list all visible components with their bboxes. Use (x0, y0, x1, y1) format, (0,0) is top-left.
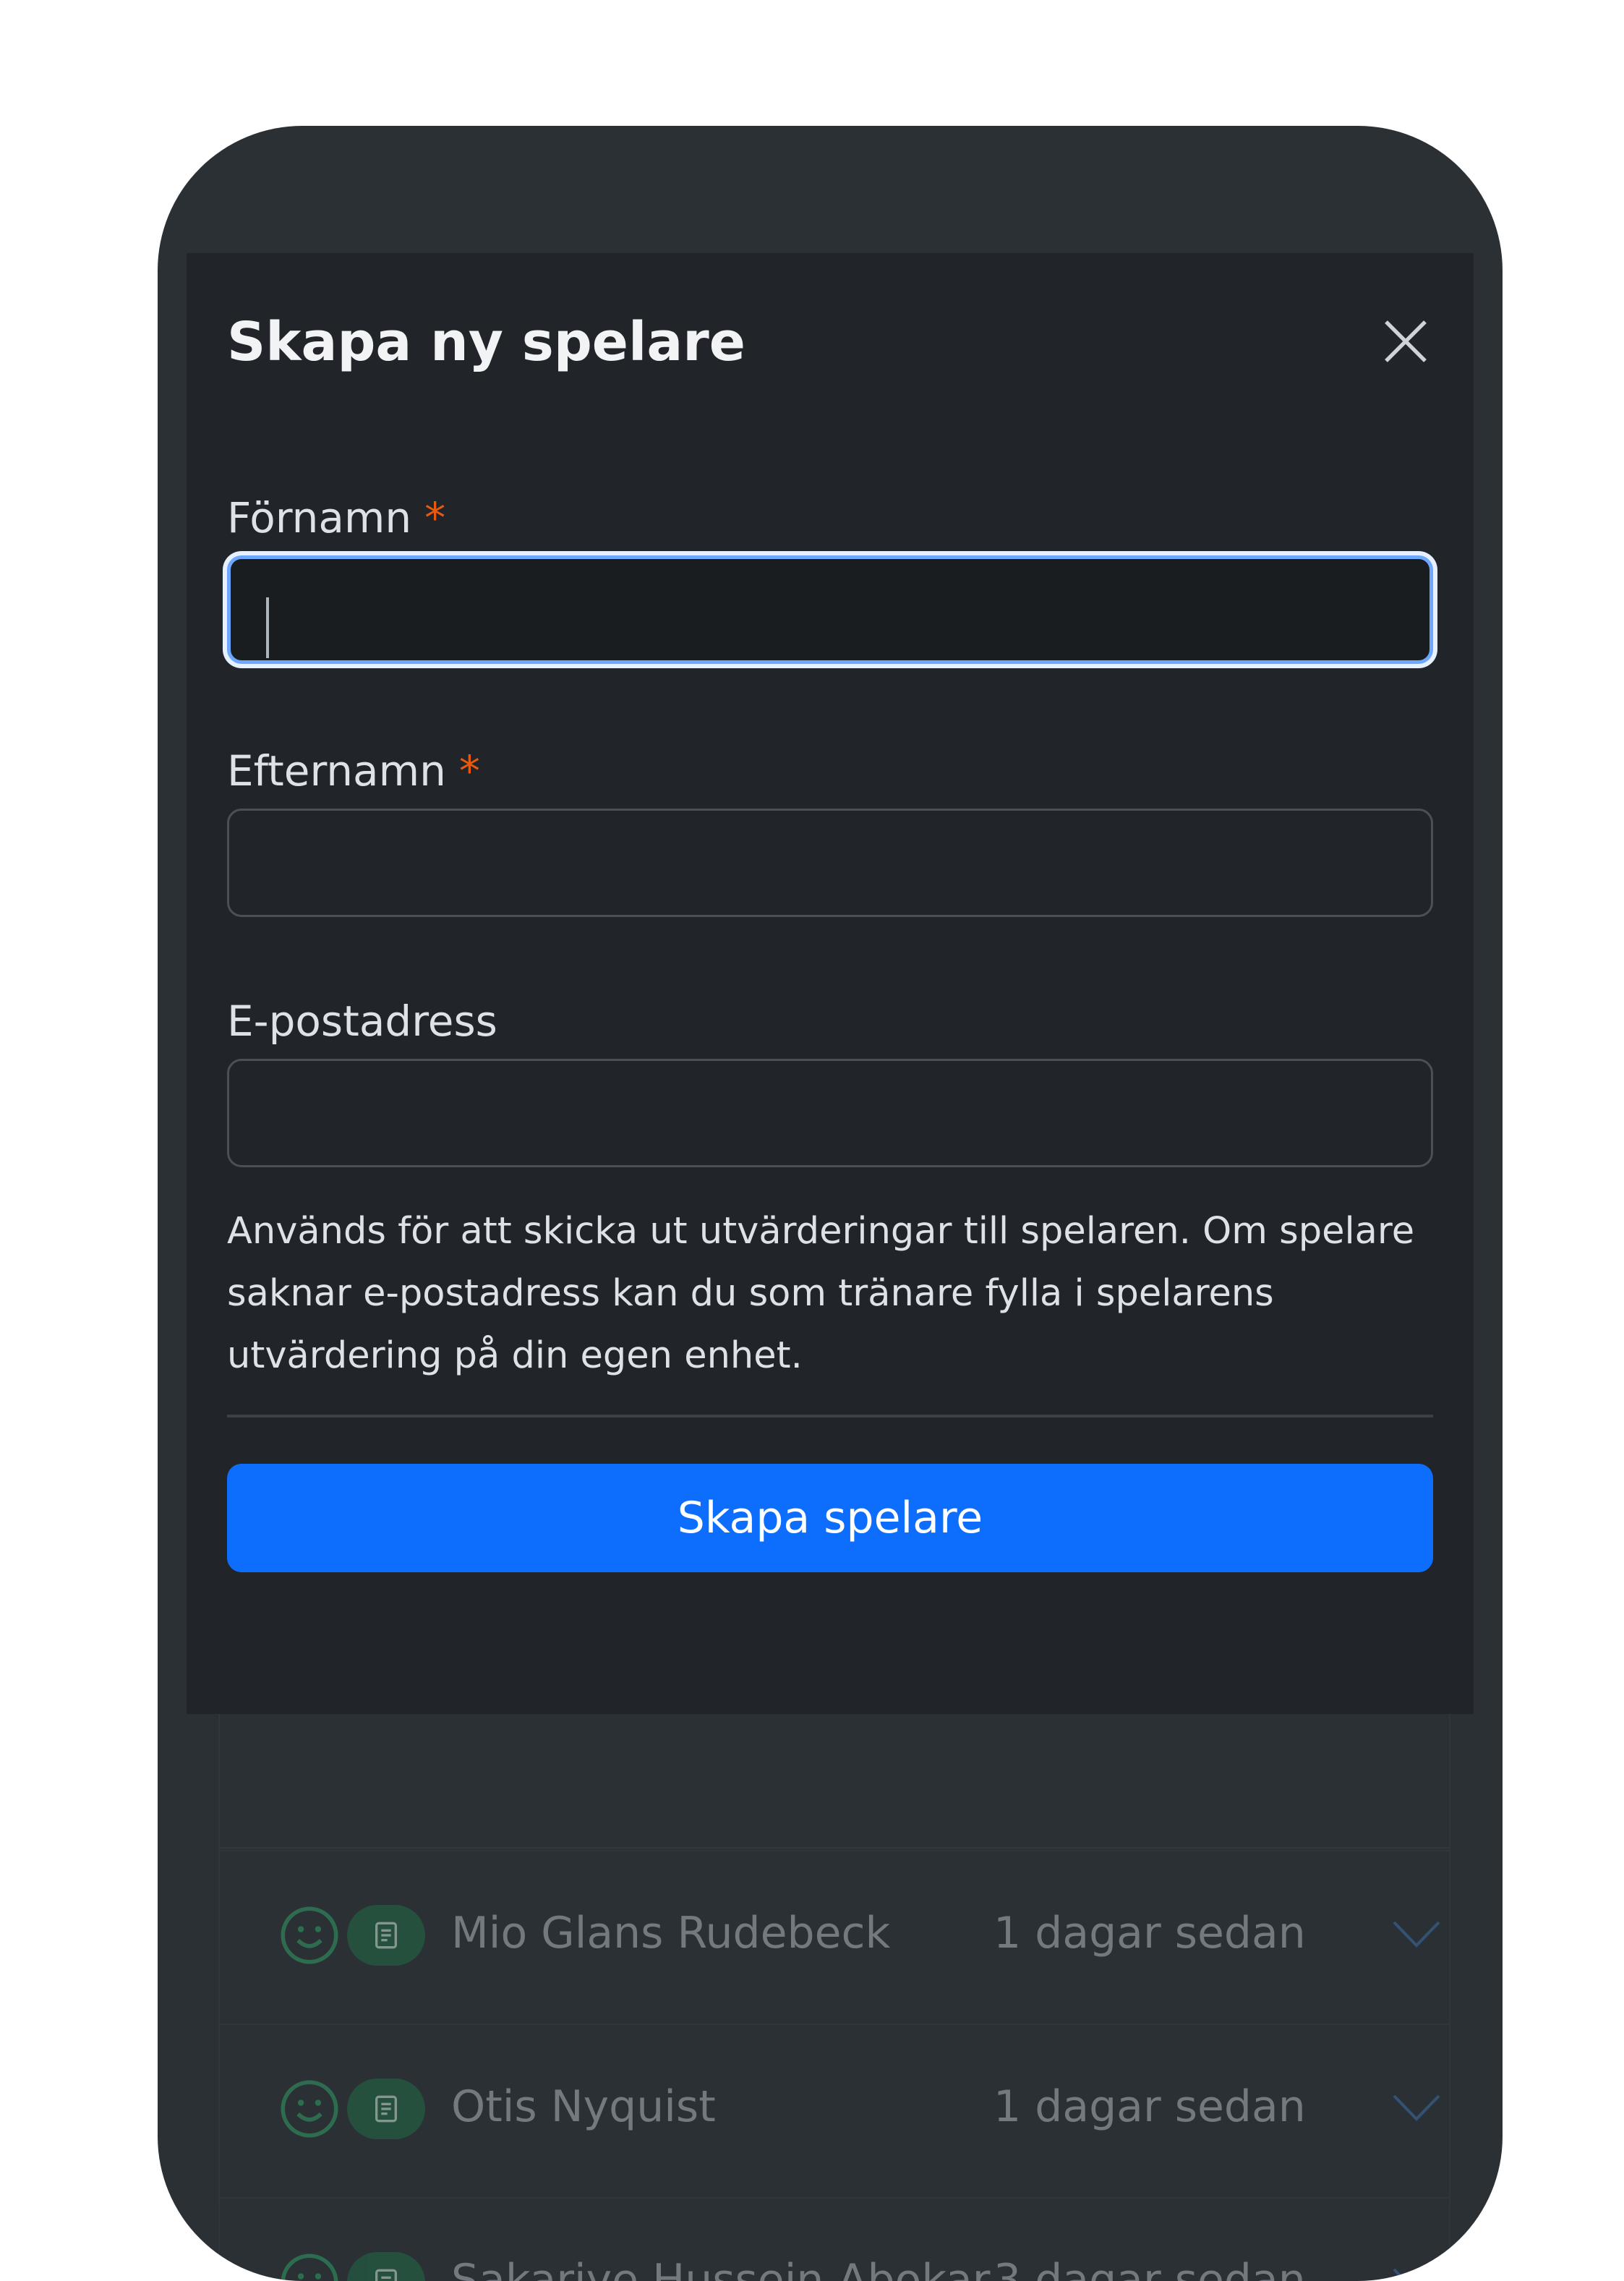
modal-title: Skapa ny spelare (227, 311, 745, 373)
smiley-icon (281, 1906, 338, 1964)
player-name: Mio Glans Rudebeck (451, 1908, 891, 1958)
document-icon (375, 2269, 397, 2281)
document-icon (375, 2095, 397, 2123)
player-name: Otis Nyquist (451, 2081, 716, 2132)
player-last-activity: 1 dagar sedan (993, 1908, 1306, 1958)
required-mark: * (458, 746, 480, 796)
email-label: E-postadress (227, 997, 497, 1046)
chevron-down-icon[interactable] (1391, 1918, 1442, 1950)
email-help-text: Används för att skicka ut utvärderingar … (227, 1210, 1415, 1377)
close-icon[interactable] (1380, 315, 1432, 367)
create-player-modal: Skapa ny spelare Förnamn * Efternamn * E-p… (187, 253, 1474, 1714)
document-icon (375, 1922, 397, 1949)
text-caret (266, 597, 269, 658)
chevron-down-icon[interactable] (1391, 2265, 1442, 2281)
player-last-activity: 1 dagar sedan (993, 2081, 1306, 2132)
divider (220, 1847, 1449, 1849)
chevron-down-icon[interactable] (1391, 2092, 1442, 2123)
smiley-icon (281, 2080, 338, 2138)
document-badge[interactable] (347, 2252, 425, 2281)
first-name-label: Förnamn * (227, 493, 445, 542)
list-item[interactable]: Otis Nyquist 1 dagar sedan (220, 2024, 1449, 2199)
list-item[interactable]: Sakariye Hussein Abokar 3 dagar sedan (220, 2197, 1449, 2281)
last-name-input[interactable] (227, 809, 1433, 917)
smiley-icon (281, 2254, 338, 2281)
document-badge[interactable] (347, 2079, 425, 2139)
last-name-label: Efternamn * (227, 746, 480, 796)
list-item[interactable]: Mio Glans Rudebeck 1 dagar sedan (220, 1850, 1449, 2025)
player-list: Mio Glans Rudebeck 1 dagar sedan Otis Ny… (218, 1630, 1450, 2281)
last-name-label-text: Efternamn (227, 746, 446, 796)
first-name-input[interactable] (227, 555, 1433, 664)
first-name-label-text: Förnamn (227, 493, 412, 542)
create-player-button[interactable]: Skapa spelare (227, 1464, 1433, 1572)
email-input[interactable] (227, 1059, 1433, 1167)
device-frame: Mio Glans Rudebeck 1 dagar sedan Otis Ny… (158, 126, 1503, 2281)
modal-divider (227, 1415, 1433, 1417)
player-last-activity: 3 dagar sedan (993, 2255, 1306, 2281)
email-label-text: E-postadress (227, 997, 497, 1046)
player-name: Sakariye Hussein Abokar (451, 2255, 991, 2281)
required-mark: * (424, 493, 446, 542)
document-badge[interactable] (347, 1905, 425, 1966)
